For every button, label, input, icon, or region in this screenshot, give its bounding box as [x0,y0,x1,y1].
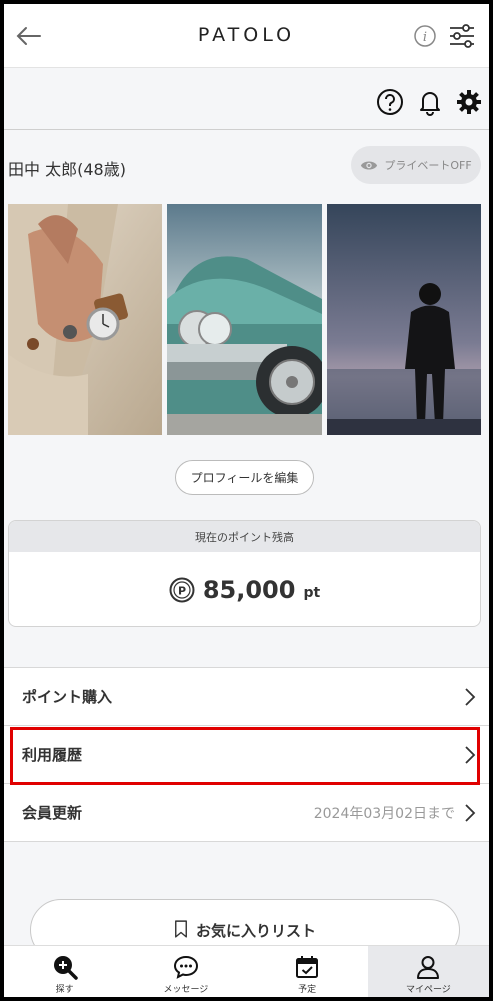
menu-item-label: ポイント購入 [22,688,113,706]
menu-list: ポイント購入 利用履歴 会員更新 2024年03月02日まで [4,667,489,842]
question-circle-icon [377,89,403,115]
tab-schedule[interactable]: 予定 [247,946,368,997]
tab-label: マイページ [405,985,451,995]
svg-text:i: i [423,30,427,45]
tab-label: 予定 [298,985,317,995]
chevron-right-icon [465,804,476,822]
photo-silhouette [327,204,481,435]
menu-item-label: 利用履歴 [22,746,83,764]
profile-photo-3[interactable] [327,204,481,435]
menu-item-label: 会員更新 [22,804,83,822]
calendar-check-icon [296,956,319,978]
info-icon: i [414,25,436,47]
menu-item-membership-renewal[interactable]: 会員更新 2024年03月02日まで [4,784,489,842]
profile-photo-2[interactable] [167,204,322,435]
point-coin-icon: P [169,577,195,603]
eye-icon [361,160,378,170]
notification-button[interactable] [416,88,444,116]
user-icon [417,956,440,979]
private-mode-label: プライベートOFF [384,159,472,172]
points-card-header: 現在のポイント残高 [9,521,480,552]
photo-vintage-car [167,204,322,435]
info-button[interactable]: i [413,24,437,48]
points-card: 現在のポイント残高 P 85,000 pt [8,520,481,627]
tab-search[interactable]: 探す [4,946,125,997]
favorites-label: お気に入りリスト [195,922,316,940]
filter-button[interactable] [446,20,478,52]
photo-coat-watch [8,204,162,435]
tab-messages[interactable]: メッセージ [125,946,246,997]
search-plus-icon [53,956,78,980]
phone-frame: PATOLO i 田中 太郎(48歳) プライベートOFF プロフィールを編集 … [0,0,493,1001]
sliders-icon [450,24,474,48]
points-balance: 85,000 [202,576,296,604]
profile-name: 田中 太郎(48歳) [8,160,126,179]
chat-bubble-icon [173,955,198,979]
tab-label: 探す [55,985,74,995]
chevron-right-icon [465,688,476,706]
help-button[interactable] [376,88,404,116]
bell-icon [420,92,440,116]
points-card-body: P 85,000 pt [9,552,480,626]
chevron-right-icon [465,746,476,764]
tab-label: メッセージ [163,985,209,995]
bookmark-icon [175,920,187,938]
top-bar: PATOLO i [4,4,489,68]
menu-item-usage-history[interactable]: 利用履歴 [4,726,489,784]
private-mode-toggle[interactable]: プライベートOFF [351,146,481,184]
points-unit: pt [303,585,321,601]
bottom-tab-bar: 探す メッセージ 予定 マイページ [4,945,489,997]
tab-mypage[interactable]: マイページ [367,946,489,997]
membership-expiry: 2024年03月02日まで [313,805,455,822]
edit-profile-button[interactable]: プロフィールを編集 [175,460,314,495]
svg-text:P: P [178,585,186,598]
profile-photo-1[interactable] [8,204,162,435]
menu-item-point-purchase[interactable]: ポイント購入 [4,668,489,726]
settings-button[interactable] [455,88,483,116]
gear-icon [457,90,481,114]
action-bar [4,68,489,130]
